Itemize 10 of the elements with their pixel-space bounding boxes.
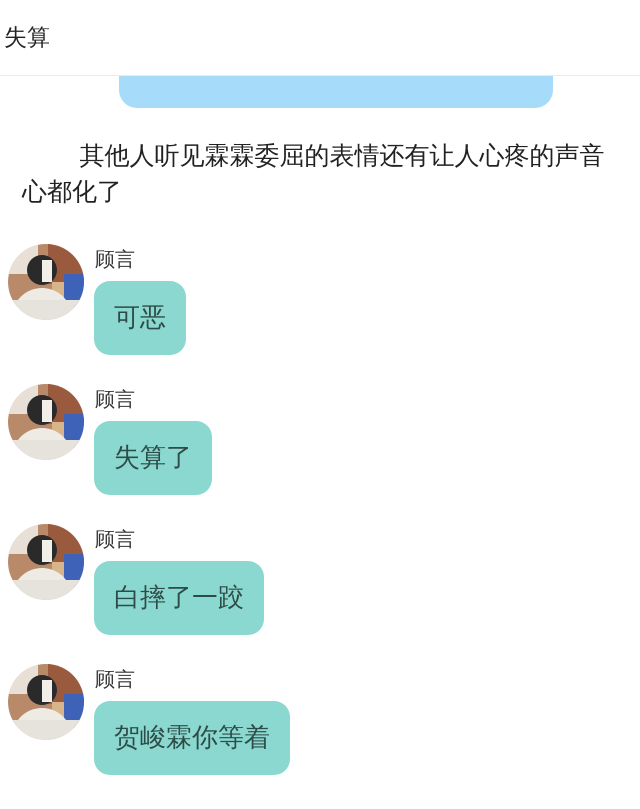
- message-bubble: 贺峻霖你等着: [94, 701, 290, 775]
- message-bubble: 可恶: [94, 281, 186, 355]
- narration-text: 其他人听见霖霖委屈的表情还有让人心疼的声音心都化了: [22, 140, 606, 208]
- sender-name: 顾言: [95, 386, 135, 413]
- message-bubble: 白摔了一跤: [94, 561, 264, 635]
- message-bubble: 失算了: [94, 421, 212, 495]
- chat-title: 失算: [4, 24, 50, 53]
- sender-name: 顾言: [95, 666, 135, 693]
- sender-name: 顾言: [95, 526, 135, 553]
- sender-name: 顾言: [95, 246, 135, 273]
